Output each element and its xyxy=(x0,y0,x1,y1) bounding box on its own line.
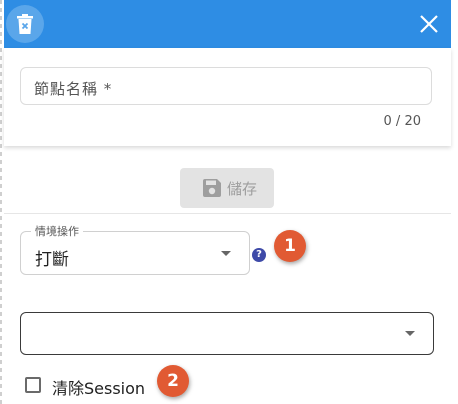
node-settings-panel: 節點名稱 * 0 / 20 儲存 情境操作 打斷 ? 1 清除Session 2 xyxy=(4,0,451,404)
node-name-card: 節點名稱 * 0 / 20 xyxy=(4,48,451,146)
node-name-placeholder: 節點名稱 * xyxy=(34,80,113,98)
clear-session-checkbox[interactable] xyxy=(25,377,41,393)
save-button-label: 儲存 xyxy=(227,180,258,198)
step-marker-2: 2 xyxy=(157,365,189,397)
panel-header xyxy=(4,0,451,48)
trash-icon xyxy=(17,14,33,34)
clear-session-label[interactable]: 清除Session xyxy=(52,375,145,399)
editor-guide-line xyxy=(0,0,2,404)
delete-node-button[interactable] xyxy=(6,5,44,43)
floppy-disk-icon xyxy=(203,179,221,197)
close-icon xyxy=(420,15,438,33)
char-counter: 0 / 20 xyxy=(383,114,421,129)
save-button[interactable]: 儲存 xyxy=(180,168,274,208)
chevron-down-icon xyxy=(405,331,415,336)
node-name-input[interactable]: 節點名稱 * xyxy=(20,67,432,105)
scenario-action-legend: 情境操作 xyxy=(31,223,83,239)
secondary-select[interactable] xyxy=(20,312,434,355)
section-divider xyxy=(4,213,451,214)
question-circle-icon[interactable]: ? xyxy=(252,248,266,262)
scenario-action-select[interactable]: 情境操作 打斷 xyxy=(20,223,250,275)
chevron-down-icon xyxy=(221,251,231,256)
scenario-action-value: 打斷 xyxy=(35,250,69,270)
close-button[interactable] xyxy=(415,10,443,38)
step-marker-1: 1 xyxy=(274,230,306,262)
